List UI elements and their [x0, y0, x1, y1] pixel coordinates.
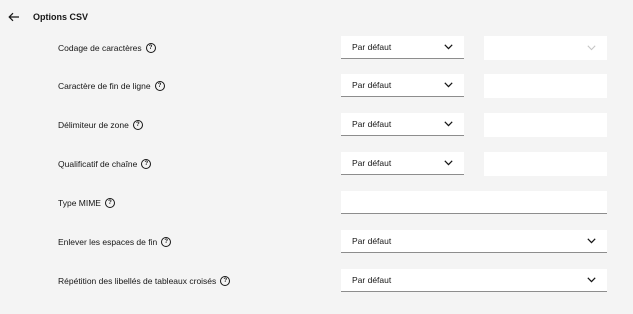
line-ending-custom-input[interactable]	[484, 74, 607, 98]
help-icon[interactable]: ?	[220, 276, 231, 286]
back-button[interactable]	[6, 9, 22, 25]
help-icon[interactable]: ?	[161, 237, 172, 247]
help-icon[interactable]: ?	[154, 81, 165, 91]
label-text: Qualificatif de chaîne	[58, 159, 138, 169]
row-field-delimiter: Délimiteur de zone ? Par défaut	[0, 113, 633, 137]
mime-type-input[interactable]	[341, 191, 607, 214]
label-text: Codage de caractères	[58, 43, 142, 53]
trim-spaces-select[interactable]: Par défaut	[341, 230, 607, 253]
select-value: Par défaut	[352, 275, 392, 285]
label-text: Répétition des libellés de tableaux croi…	[58, 276, 217, 286]
chevron-down-icon	[587, 277, 596, 283]
page-header: Options CSV	[0, 0, 633, 34]
label-text: Délimiteur de zone	[58, 120, 129, 130]
row-string-qualifier: Qualificatif de chaîne ? Par défaut	[0, 152, 633, 176]
help-icon[interactable]: ?	[141, 159, 152, 169]
row-mime-type: Type MIME ?	[0, 191, 633, 215]
row-crosstab-label-repetition: Répétition des libellés de tableaux croi…	[0, 269, 633, 293]
row-character-encoding: Codage de caractères ? Par défaut	[0, 36, 633, 60]
help-icon[interactable]: ?	[145, 43, 156, 53]
arrow-left-icon	[8, 12, 19, 22]
field-label: Qualificatif de chaîne ?	[58, 152, 152, 176]
chevron-down-icon	[444, 121, 453, 127]
select-value: Par défaut	[352, 236, 392, 246]
field-label: Répétition des libellés de tableaux croi…	[58, 269, 231, 293]
select-value: Par défaut	[352, 42, 392, 52]
select-value: Par défaut	[352, 158, 392, 168]
label-text: Caractère de fin de ligne	[58, 81, 151, 91]
chevron-down-icon	[587, 238, 596, 244]
row-trim-trailing-spaces: Enlever les espaces de fin ? Par défaut	[0, 230, 633, 254]
select-value: Par défaut	[352, 119, 392, 129]
chevron-down-icon	[444, 82, 453, 88]
row-line-ending: Caractère de fin de ligne ? Par défaut	[0, 74, 633, 98]
help-icon[interactable]: ?	[104, 198, 115, 208]
qualifier-custom-input[interactable]	[484, 152, 607, 176]
label-text: Type MIME	[58, 198, 101, 208]
chevron-down-icon	[587, 45, 596, 51]
delimiter-custom-input[interactable]	[484, 113, 607, 137]
delimiter-select[interactable]: Par défaut	[341, 113, 464, 136]
encoding-select[interactable]: Par défaut	[341, 36, 464, 59]
field-label: Enlever les espaces de fin ?	[58, 230, 172, 254]
label-text: Enlever les espaces de fin	[58, 237, 158, 247]
page-title: Options CSV	[33, 12, 89, 22]
field-label: Codage de caractères ?	[58, 36, 156, 60]
field-label: Caractère de fin de ligne ?	[58, 74, 165, 98]
line-ending-select[interactable]: Par défaut	[341, 74, 464, 97]
encoding-custom-select	[484, 36, 607, 60]
help-icon[interactable]: ?	[132, 120, 143, 130]
crosstab-labels-select[interactable]: Par défaut	[341, 269, 607, 292]
chevron-down-icon	[444, 160, 453, 166]
field-label: Type MIME ?	[58, 191, 115, 215]
select-value: Par défaut	[352, 80, 392, 90]
field-label: Délimiteur de zone ?	[58, 113, 143, 137]
chevron-down-icon	[444, 44, 453, 50]
qualifier-select[interactable]: Par défaut	[341, 152, 464, 175]
